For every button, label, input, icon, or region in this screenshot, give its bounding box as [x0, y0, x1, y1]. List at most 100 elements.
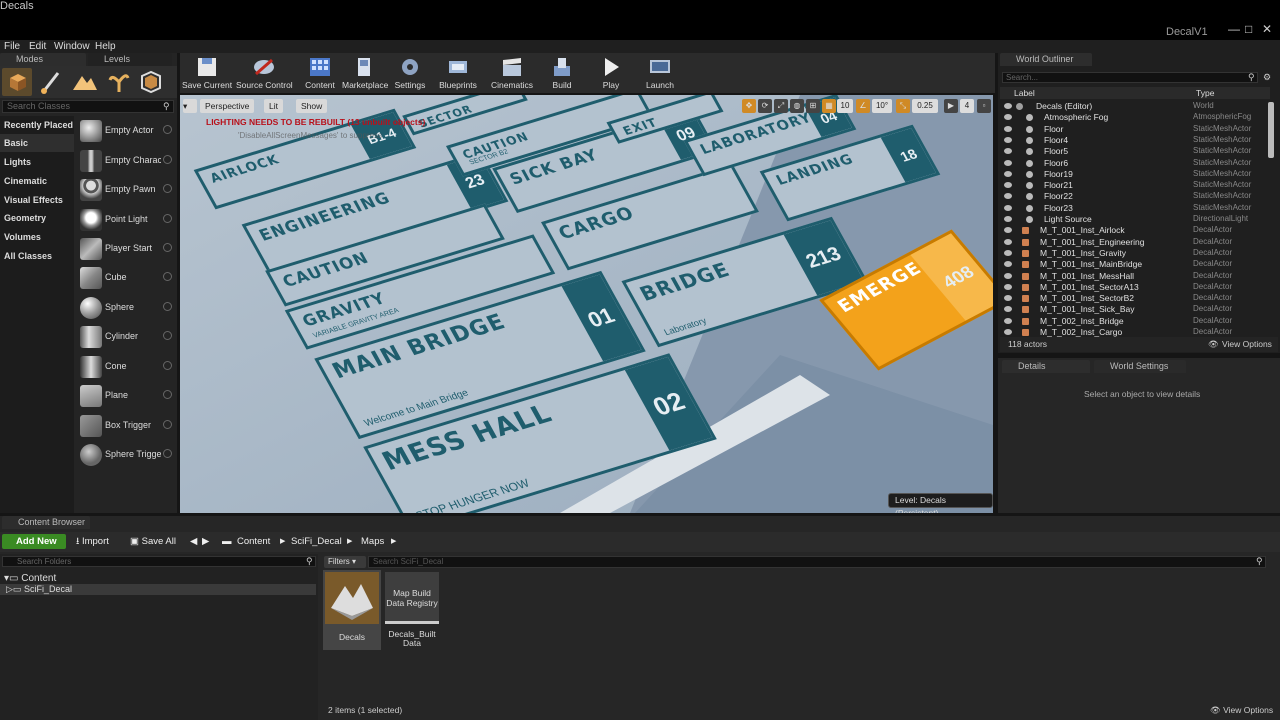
place-item-empty-actor[interactable]: Empty Actor: [78, 118, 174, 144]
play-button[interactable]: Play: [596, 56, 626, 92]
place-item-player-start[interactable]: Player Start: [78, 236, 174, 262]
category-basic[interactable]: Basic: [0, 134, 74, 152]
save-current-button[interactable]: Save Current: [182, 56, 232, 92]
scale-icon[interactable]: ⤢: [774, 99, 788, 113]
transform-icon[interactable]: ✥: [742, 99, 756, 113]
grid-snap-icon[interactable]: ▦: [822, 99, 836, 113]
visibility-eye-icon[interactable]: [1004, 283, 1012, 290]
outliner-scrollbar[interactable]: [1268, 102, 1274, 158]
menu-window[interactable]: Window: [54, 40, 90, 53]
place-item-plane[interactable]: Plane: [78, 383, 174, 409]
folder-scifi-decal[interactable]: ▷▭ SciFi_Decal: [0, 584, 316, 595]
place-item-empty-character[interactable]: Empty Charact: [78, 148, 174, 174]
back-button[interactable]: ◀: [190, 534, 197, 549]
category-lights[interactable]: Lights: [0, 153, 74, 171]
outliner-row[interactable]: M_T_001_Inst_Engineering DecalActor: [1000, 237, 1268, 248]
minimize-button[interactable]: —: [1228, 22, 1240, 36]
outliner-row[interactable]: M_T_001_Inst_Airlock DecalActor: [1000, 225, 1268, 236]
rotation-snap-value[interactable]: 10°: [872, 99, 892, 113]
place-item-empty-pawn[interactable]: Empty Pawn: [78, 177, 174, 203]
breadcrumb-content[interactable]: Content: [237, 534, 270, 549]
visibility-eye-icon[interactable]: [1004, 249, 1012, 256]
outliner-row[interactable]: Floor StaticMeshActor: [1000, 124, 1268, 135]
place-item-sphere-trigger[interactable]: Sphere Trigge: [78, 442, 174, 468]
rotate-icon[interactable]: ⟳: [758, 99, 772, 113]
outliner-row[interactable]: Floor4 StaticMeshActor: [1000, 135, 1268, 146]
geometry-mode-icon[interactable]: [136, 68, 166, 96]
surface-snap-icon[interactable]: ⊞: [806, 99, 820, 113]
column-label[interactable]: Label: [1014, 88, 1035, 98]
save-all-button[interactable]: ▣ Save All: [130, 534, 176, 549]
perspective-button[interactable]: Perspective: [200, 99, 255, 113]
breadcrumb-maps[interactable]: Maps: [361, 534, 384, 549]
camera-speed-icon[interactable]: ▶: [944, 99, 958, 113]
outliner-row[interactable]: M_T_002_Inst_Bridge DecalActor: [1000, 316, 1268, 327]
help-icon[interactable]: [163, 184, 172, 193]
import-button[interactable]: ⭳ Import: [76, 534, 109, 549]
outliner-row[interactable]: M_T_001_Inst_Gravity DecalActor: [1000, 248, 1268, 259]
scale-snap-value[interactable]: 0.25: [912, 99, 938, 113]
tab-details[interactable]: Details: [1002, 360, 1090, 373]
filters-button[interactable]: Filters ▾: [324, 556, 366, 568]
search-folders-input[interactable]: Search Folders: [2, 556, 316, 567]
launch-button[interactable]: Launch: [644, 56, 676, 92]
menu-file[interactable]: File: [4, 40, 20, 53]
settings-button[interactable]: Settings: [392, 56, 428, 92]
outliner-row[interactable]: Floor22 StaticMeshActor: [1000, 191, 1268, 202]
close-button[interactable]: ✕: [1262, 22, 1272, 36]
visibility-eye-icon[interactable]: [1004, 306, 1012, 313]
category-all-classes[interactable]: All Classes: [0, 247, 74, 265]
window-tab[interactable]: Decals: [0, 0, 1280, 40]
show-button[interactable]: Show: [296, 99, 328, 113]
cinematics-button[interactable]: Cinematics: [490, 56, 534, 92]
place-item-cube[interactable]: Cube: [78, 265, 174, 291]
visibility-eye-icon[interactable]: [1004, 159, 1012, 166]
help-icon[interactable]: [163, 361, 172, 370]
visibility-eye-icon[interactable]: [1004, 216, 1012, 222]
maximize-viewport-icon[interactable]: ▫: [977, 99, 991, 113]
folder-content[interactable]: ▾▭ Content: [4, 573, 56, 584]
help-icon[interactable]: [163, 449, 172, 458]
outliner-row[interactable]: M_T_001_Inst_SectorB2 DecalActor: [1000, 293, 1268, 304]
visibility-eye-icon[interactable]: [1004, 125, 1012, 132]
outliner-row[interactable]: Floor23 StaticMeshActor: [1000, 203, 1268, 214]
level-viewport[interactable]: AIRLOCK B1-4 ENGINEERING 23 CAUTION GRAVITY VA…: [180, 95, 993, 513]
world-icon[interactable]: ◍: [790, 99, 804, 113]
tab-content-browser[interactable]: Content Browser: [2, 516, 90, 529]
help-icon[interactable]: [163, 155, 172, 164]
visibility-eye-icon[interactable]: [1004, 261, 1012, 268]
help-icon[interactable]: [163, 302, 172, 311]
outliner-row[interactable]: M_T_001_Inst_MainBridge DecalActor: [1000, 259, 1268, 270]
visibility-eye-icon[interactable]: [1004, 182, 1012, 189]
viewport-options-button[interactable]: ▾: [183, 99, 197, 113]
paint-mode-icon[interactable]: [36, 68, 66, 96]
visibility-eye-icon[interactable]: [1004, 227, 1012, 234]
cb-view-options-button[interactable]: 👁 View Options: [1210, 705, 1273, 716]
category-volumes[interactable]: Volumes: [0, 228, 74, 246]
asset-tile-decals-built-data[interactable]: Map Build Data Registry Decals_Built Dat…: [383, 570, 441, 650]
visibility-eye-icon[interactable]: [1004, 148, 1012, 155]
category-geometry[interactable]: Geometry: [0, 209, 74, 227]
search-classes-input[interactable]: Search Classes: [2, 100, 174, 113]
foliage-mode-icon[interactable]: [104, 68, 134, 96]
asset-tile-decals[interactable]: Decals: [323, 570, 381, 650]
outliner-row[interactable]: Floor5 StaticMeshActor: [1000, 146, 1268, 157]
content-button[interactable]: Content: [302, 56, 338, 92]
lit-button[interactable]: Lit: [264, 99, 283, 113]
camera-speed-value[interactable]: 4: [960, 99, 974, 113]
outliner-row[interactable]: M_T_001_Inst_MessHall DecalActor: [1000, 271, 1268, 282]
category-visual-effects[interactable]: Visual Effects: [0, 191, 74, 209]
tab-world-outliner[interactable]: World Outliner: [1000, 53, 1092, 66]
visibility-eye-icon[interactable]: [1004, 317, 1012, 324]
place-item-sphere[interactable]: Sphere: [78, 295, 174, 321]
tab-world-settings[interactable]: World Settings: [1094, 360, 1186, 373]
outliner-options-icon[interactable]: ⚙: [1263, 72, 1271, 83]
visibility-eye-icon[interactable]: [1004, 170, 1012, 177]
outliner-search-input[interactable]: Search...: [1002, 72, 1258, 83]
visibility-eye-icon[interactable]: [1004, 204, 1012, 211]
visibility-eye-icon[interactable]: [1004, 136, 1012, 143]
place-item-cylinder[interactable]: Cylinder: [78, 324, 174, 350]
menu-help[interactable]: Help: [95, 40, 116, 53]
outliner-row[interactable]: Floor6 StaticMeshActor: [1000, 158, 1268, 169]
visibility-eye-icon[interactable]: [1004, 114, 1012, 121]
